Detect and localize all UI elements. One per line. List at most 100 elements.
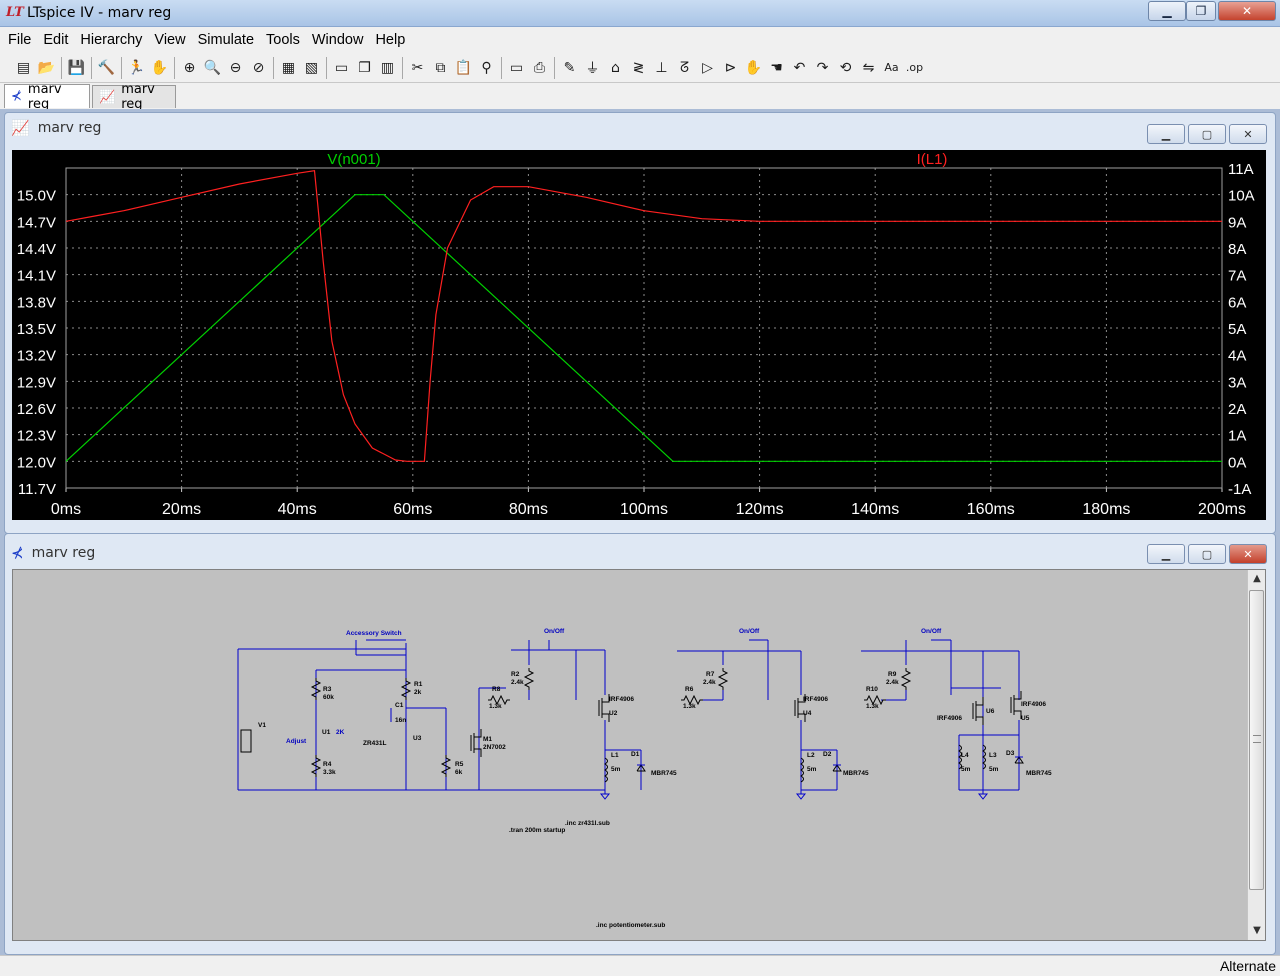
resistor-icon[interactable]: ≷ <box>627 57 650 79</box>
scroll-down-arrow-icon[interactable]: ▼ <box>1248 922 1266 940</box>
waveform-plot[interactable]: 0ms 20ms 40ms 60ms 80ms 100ms 120ms 140ms 160ms 1… <box>12 150 1266 520</box>
plot-minimize-button[interactable]: ▁ <box>1147 124 1185 144</box>
schematic-label: R3 <box>323 686 332 693</box>
maximize-button[interactable]: ❐ <box>1186 1 1216 21</box>
drag-icon[interactable]: ☚ <box>765 57 788 79</box>
ground-icon[interactable]: ⏚ <box>581 57 604 79</box>
redo-icon[interactable]: ↷ <box>811 57 834 79</box>
y-left-tick-label: 14.1V <box>17 268 56 285</box>
mirror-icon[interactable]: ⇋ <box>857 57 880 79</box>
run-icon[interactable]: 🏃 <box>125 57 148 79</box>
menu-window[interactable]: Window <box>306 32 370 48</box>
component-symbol <box>976 697 984 706</box>
vertical-scrollbar[interactable]: ▲ ▼ <box>1247 570 1265 940</box>
y-left-tick-label: 14.7V <box>17 214 56 231</box>
new-schematic-icon[interactable]: ▤ <box>12 57 35 79</box>
menu-tools[interactable]: Tools <box>260 32 306 48</box>
schematic-label: Accessory Switch <box>346 630 402 637</box>
diode-icon[interactable]: ▷ <box>696 57 719 79</box>
save-icon[interactable]: 💾 <box>65 57 88 79</box>
scroll-up-arrow-icon[interactable]: ▲ <box>1248 570 1266 588</box>
spice-directive-icon[interactable]: .op <box>903 57 926 79</box>
autorange-icon[interactable]: ▦ <box>277 57 300 79</box>
find-icon[interactable]: ⚲ <box>475 57 498 79</box>
cascade-icon[interactable]: ❐ <box>353 57 376 79</box>
schematic-label: D1 <box>631 751 640 758</box>
undo-icon[interactable]: ↶ <box>788 57 811 79</box>
component-icon[interactable]: ⊳ <box>719 57 742 79</box>
menu-view[interactable]: View <box>148 32 191 48</box>
y-right-tick-label: 7A <box>1228 268 1246 285</box>
close-button[interactable]: ✕ <box>1218 1 1276 21</box>
ground-icon <box>795 793 807 800</box>
halt-icon[interactable]: ✋ <box>148 57 171 79</box>
zoom-in-icon[interactable]: ⊕ <box>178 57 201 79</box>
tab-schematic[interactable]: ⊀ marv reg <box>4 82 90 112</box>
schematic-label: R9 <box>888 671 897 678</box>
move-icon[interactable]: ✋ <box>742 57 765 79</box>
zoom-cancel-icon[interactable]: ⊘ <box>247 57 270 79</box>
schematic-label: V1 <box>258 722 266 729</box>
menu-simulate[interactable]: Simulate <box>192 32 260 48</box>
y-right-tick-label: 11A <box>1228 161 1254 178</box>
schematic-label: IRF4906 <box>609 696 634 703</box>
schematic-label: M1 <box>483 736 492 743</box>
schematic-label: U1 <box>322 729 331 736</box>
schematic-label: U2 <box>609 710 618 717</box>
schematic-drawing[interactable]: Accessory Switch On/Off R360k R12k C1 16n U3 ZR… <box>13 570 1247 940</box>
component-symbol <box>310 678 322 700</box>
copy-icon[interactable]: ⧉ <box>429 57 452 79</box>
legend-v-n001: V(n001) <box>327 151 380 168</box>
scroll-thumb[interactable] <box>1249 590 1264 890</box>
schematic-close-button[interactable]: ✕ <box>1229 544 1267 564</box>
x-tick-label: 200ms <box>1198 501 1246 518</box>
tab-waveform[interactable]: 📈 marv reg <box>92 82 176 112</box>
label-net-icon[interactable]: ⌂ <box>604 57 627 79</box>
toolbar-separator <box>91 56 92 79</box>
capacitor-icon[interactable]: ⊥ <box>650 57 673 79</box>
schematic-label: D2 <box>823 751 832 758</box>
schematic-label: U5 <box>1021 715 1030 722</box>
y-left-tick-label: 13.8V <box>17 294 56 311</box>
control-panel-icon[interactable]: 🔨 <box>95 57 118 79</box>
paste-icon[interactable]: 📋 <box>452 57 475 79</box>
schematic-maximize-button[interactable]: ▢ <box>1188 544 1226 564</box>
print-setup-icon[interactable]: ▭ <box>505 57 528 79</box>
schematic-canvas[interactable]: Accessory Switch On/Off R3 60k R1 2k C1 16n U3 ZR… <box>12 569 1266 941</box>
toolbar-separator <box>554 56 555 79</box>
mark-unconnected-icon[interactable]: ▧ <box>300 57 323 79</box>
text-icon[interactable]: Aa <box>880 57 903 79</box>
rotate-icon[interactable]: ⟲ <box>834 57 857 79</box>
status-text: Alternate <box>1219 958 1276 974</box>
tile-horizontal-icon[interactable]: ▭ <box>330 57 353 79</box>
x-tick-label: 80ms <box>509 501 548 518</box>
menu-hierarchy[interactable]: Hierarchy <box>74 32 148 48</box>
inductor-icon[interactable]: ᘔ <box>673 57 696 79</box>
schematic-icon: ⊀ <box>11 89 22 104</box>
toolbar-separator <box>174 56 175 79</box>
schematic-label: On/Off <box>544 628 565 635</box>
minimize-button[interactable]: ▁ <box>1148 1 1186 21</box>
x-tick-label: 160ms <box>967 501 1015 518</box>
zoom-area-icon[interactable]: 🔍 <box>201 57 224 79</box>
schematic-label: U3 <box>413 735 422 742</box>
x-tick-label: 20ms <box>162 501 201 518</box>
open-icon[interactable]: 📂 <box>35 57 58 79</box>
toolbar-separator <box>501 56 502 79</box>
menu-help[interactable]: Help <box>369 32 411 48</box>
schematic-label: L2 <box>807 752 815 759</box>
schematic-minimize-button[interactable]: ▁ <box>1147 544 1185 564</box>
menu-edit[interactable]: Edit <box>37 32 74 48</box>
tab-label: marv reg <box>121 82 155 112</box>
cut-icon[interactable]: ✂ <box>406 57 429 79</box>
tile-vertical-icon[interactable]: ▥ <box>376 57 399 79</box>
print-icon[interactable]: ⎙ <box>528 57 551 79</box>
schematic-label: 5m <box>611 766 621 773</box>
waveform-chart[interactable]: 0ms 20ms 40ms 60ms 80ms 100ms 120ms 140ms 160ms 1… <box>12 150 1266 520</box>
plot-close-button[interactable]: ✕ <box>1229 124 1267 144</box>
plot-maximize-button[interactable]: ▢ <box>1188 124 1226 144</box>
zoom-out-icon[interactable]: ⊖ <box>224 57 247 79</box>
menu-file[interactable]: File <box>2 32 37 48</box>
schematic-label: .tran 200m startup <box>509 827 565 834</box>
draw-wire-icon[interactable]: ✎ <box>558 57 581 79</box>
